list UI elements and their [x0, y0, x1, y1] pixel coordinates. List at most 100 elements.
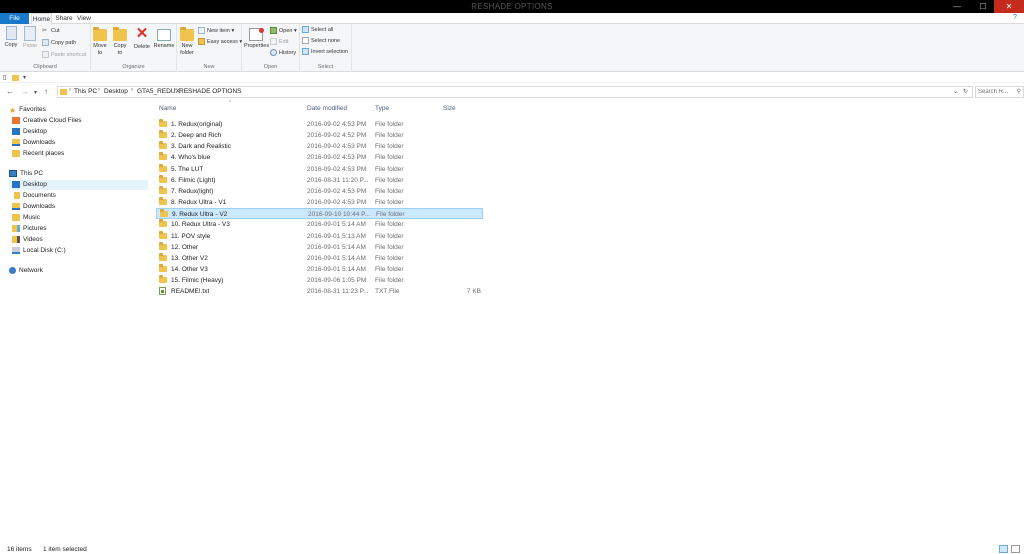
close-button[interactable]: ✕	[994, 0, 1024, 13]
select-none-button[interactable]: Select none	[302, 37, 340, 46]
delete-label: Delete	[134, 44, 150, 50]
properties-quick-icon[interactable]: ▯	[3, 74, 6, 81]
folder-icon	[159, 241, 167, 250]
folder-icon	[159, 263, 167, 272]
file-row[interactable]: 10. Redux Ultra - V3 2016-09-01 5:14 AM Fi…	[156, 219, 483, 230]
file-row[interactable]: 7. Redux(light) 2016-09-02 4:53 PM File fo…	[156, 185, 483, 197]
chevron-right-icon[interactable]: ›	[131, 87, 133, 93]
nav-item-downloads-fav[interactable]: Downloads	[12, 138, 55, 148]
computer-icon	[9, 169, 17, 177]
file-row[interactable]: 12. Other 2016-09-01 5:14 AM File folder	[156, 241, 483, 253]
forward-arrow-icon[interactable]: →	[21, 87, 29, 96]
new-folder-button[interactable]: New folder	[178, 26, 196, 57]
search-box[interactable]: ⚲	[975, 86, 1024, 98]
file-row[interactable]: 5. The LUT 2016-09-02 4:53 PM File folder	[156, 163, 483, 175]
nav-item-creative-cloud[interactable]: Creative Cloud Files	[12, 116, 82, 126]
sort-ascending-icon: ^	[229, 100, 232, 106]
file-row[interactable]: 2. Deep and Rich 2016-09-02 4:52 PM File f…	[156, 130, 483, 141]
file-row[interactable]: 13. Other V2 2016-09-01 5:14 AM File folde…	[156, 252, 483, 264]
properties-button[interactable]: Properties	[244, 26, 269, 50]
open-group: Properties Open ▾ Edit History Open	[242, 24, 300, 72]
new-folder-quick-icon[interactable]	[12, 75, 19, 81]
select-all-button[interactable]: Select all	[302, 26, 333, 35]
nav-network[interactable]: Network	[9, 266, 43, 276]
open-button[interactable]: Open ▾	[270, 27, 297, 36]
search-input[interactable]	[976, 87, 1014, 97]
copy-to-button[interactable]: Copy to	[111, 26, 129, 57]
history-button[interactable]: History	[270, 49, 296, 58]
edit-button[interactable]: Edit	[270, 38, 288, 47]
delete-button[interactable]: ✕ Delete	[133, 26, 151, 51]
breadcrumb-reshade-options[interactable]: RESHADE OPTIONS	[179, 88, 241, 95]
breadcrumb-this-pc[interactable]: This PC	[74, 88, 97, 95]
chevron-right-icon[interactable]: ›	[174, 87, 176, 93]
select-none-icon	[302, 37, 309, 45]
folder-icon	[159, 152, 167, 161]
file-name: 11. POV style	[171, 232, 211, 240]
paste-shortcut-button[interactable]: Paste shortcut	[42, 51, 86, 60]
nav-favorites[interactable]: ★ Favorites	[9, 105, 46, 115]
nav-item-desktop-fav[interactable]: Desktop	[12, 127, 47, 137]
details-view-icon[interactable]	[999, 545, 1008, 553]
recent-locations-icon[interactable]: ▾	[34, 89, 37, 96]
move-to-button[interactable]: Move to	[91, 26, 109, 57]
column-header-date[interactable]: Date modified	[307, 105, 347, 112]
file-row[interactable]: 3. Dark and Realistic 2016-09-02 4:53 PM F…	[156, 141, 483, 152]
file-row[interactable]: 1. Redux(original) 2016-09-02 4:53 PM File…	[156, 119, 483, 130]
nav-item-local-disk[interactable]: Local Disk (C:)	[12, 246, 66, 256]
nav-item-videos[interactable]: Videos	[12, 235, 43, 245]
nav-item-label: Videos	[23, 236, 43, 243]
downloads-icon	[12, 202, 20, 210]
chevron-right-icon[interactable]: ›	[98, 87, 100, 93]
copy-icon	[5, 26, 17, 40]
up-arrow-icon[interactable]: ↑	[44, 87, 48, 96]
refresh-icon[interactable]: ↻	[963, 88, 968, 95]
column-header-type[interactable]: Type	[375, 105, 389, 112]
nav-item-documents[interactable]: Documents	[12, 191, 56, 201]
chevron-right-icon[interactable]: ›	[69, 87, 71, 93]
address-bar[interactable]: › This PC › Desktop › GTA5_REDUX › RESHA…	[57, 86, 973, 98]
new-item-button[interactable]: New item ▾	[198, 27, 234, 36]
column-header-name[interactable]: Name	[159, 105, 176, 112]
file-row[interactable]: 11. POV style 2016-09-01 5:13 AM File fold…	[156, 230, 483, 242]
tab-file[interactable]: File	[0, 13, 29, 24]
easy-access-button[interactable]: Easy access ▾	[198, 38, 242, 47]
paste-button[interactable]: Paste	[21, 26, 39, 50]
nav-item-desktop[interactable]: Desktop	[9, 180, 148, 190]
column-header-size[interactable]: Size	[443, 105, 456, 112]
dropdown-chevron-icon[interactable]: ⌄	[953, 88, 958, 95]
invert-selection-button[interactable]: Invert selection	[302, 48, 348, 57]
nav-item-downloads[interactable]: Downloads	[12, 202, 55, 212]
copy-path-button[interactable]: Copy path	[42, 39, 76, 48]
nav-this-pc[interactable]: This PC	[9, 169, 43, 179]
folder-icon	[159, 252, 167, 261]
file-row[interactable]: 6. Filmic (Light) 2016-08-31 11:20 P... Fi…	[156, 174, 483, 186]
large-icons-view-icon[interactable]	[1011, 545, 1020, 553]
nav-item-music[interactable]: Music	[12, 213, 40, 223]
file-row[interactable]: README!.txt 2016-08-31 11:23 P... TXT File…	[156, 286, 483, 297]
file-type: File folder	[376, 211, 405, 219]
tab-view[interactable]: View	[76, 13, 92, 24]
nav-item-recent-places[interactable]: Recent places	[12, 149, 64, 159]
tab-share[interactable]: Share	[55, 13, 73, 24]
rename-button[interactable]: Rename	[153, 26, 175, 50]
file-row[interactable]: 4. Who's blue 2016-09-02 4:53 PM File fold…	[156, 152, 483, 163]
file-row[interactable]: 8. Redux Ultra - V1 2016-09-02 4:53 PM Fil…	[156, 197, 483, 208]
file-row[interactable]: 15. Filmic (Heavy) 2016-09-06 1:05 PM File…	[156, 275, 483, 286]
file-name: 4. Who's blue	[171, 154, 211, 162]
file-row[interactable]: 9. Redux Ultra - V2 2016-09-10 10:44 P...…	[156, 208, 483, 220]
maximize-button[interactable]: ☐	[970, 0, 996, 13]
file-row[interactable]: 14. Other V3 2016-09-01 5:14 AM File folde…	[156, 263, 483, 275]
nav-item-pictures[interactable]: Pictures	[12, 224, 46, 234]
nav-item-label: Downloads	[23, 203, 56, 210]
delete-icon: ✕	[135, 25, 149, 42]
move-to-label: Move to	[93, 43, 107, 56]
copy-button[interactable]: Copy	[2, 26, 20, 49]
minimize-button[interactable]: —	[944, 0, 970, 13]
breadcrumb-desktop[interactable]: Desktop	[104, 88, 128, 95]
cut-button[interactable]: ✂ Cut	[42, 27, 60, 36]
back-arrow-icon[interactable]: ←	[6, 87, 14, 96]
help-icon[interactable]: ?	[1010, 13, 1020, 23]
customize-quick-access-icon[interactable]: ▾	[23, 74, 26, 81]
file-name: 13. Other V2	[171, 254, 208, 262]
